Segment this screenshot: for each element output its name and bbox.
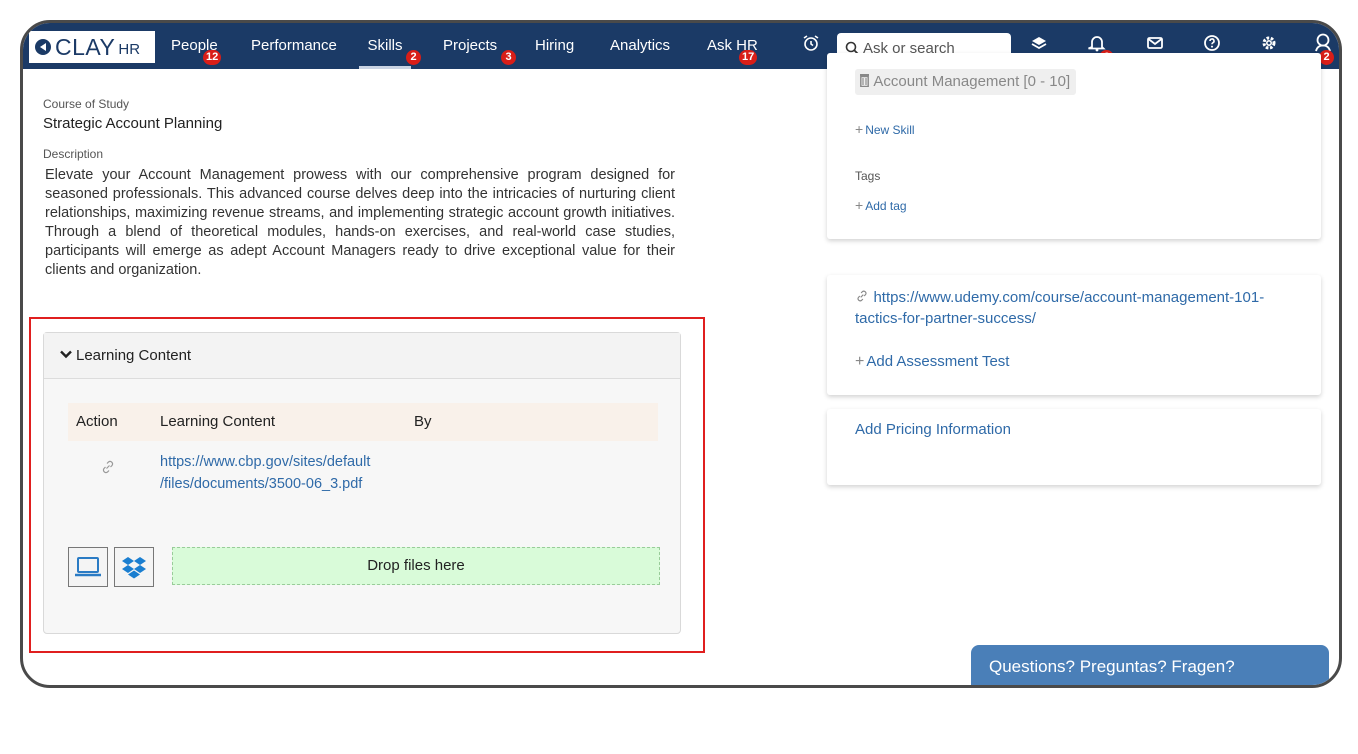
- profile-badge: 2: [1319, 50, 1334, 65]
- plus-icon: +: [855, 121, 864, 137]
- skill-chip[interactable]: Account Management [0 - 10]: [855, 69, 1077, 95]
- laptop-icon: [75, 557, 101, 577]
- learning-link-line1: https://www.cbp.gov/sites/default: [160, 454, 371, 470]
- nav-performance-label: Performance: [251, 37, 337, 54]
- projects-badge: 3: [501, 50, 516, 65]
- nav-performance[interactable]: Performance: [251, 23, 337, 69]
- nav-people[interactable]: People 12: [171, 23, 222, 69]
- app-window: CLAY HR People 12 Performance Skills 2 P…: [20, 20, 1342, 688]
- nav-hiring[interactable]: Hiring: [535, 23, 574, 69]
- questions-help-tab[interactable]: Questions? Preguntas? Fragen?: [971, 645, 1329, 685]
- alarm-clock-icon[interactable]: [799, 23, 823, 69]
- new-skill-link[interactable]: + New Skill: [855, 121, 915, 139]
- add-assessment-label: Add Assessment Test: [866, 353, 1010, 370]
- people-badge: 12: [203, 50, 222, 65]
- skills-badge: 2: [406, 50, 421, 65]
- logo-suffix: HR: [118, 40, 141, 58]
- new-skill-label: New Skill: [865, 123, 915, 137]
- external-link-card: https://www.udemy.com/course/account-man…: [827, 275, 1321, 395]
- course-of-study-label: Course of Study: [43, 97, 130, 111]
- column-learning-content: Learning Content: [160, 413, 276, 430]
- nav-ask-hr[interactable]: Ask HR 17: [707, 23, 758, 69]
- nav-skills-label: Skills: [367, 37, 403, 54]
- add-assessment-link[interactable]: + Add Assessment Test: [855, 353, 1009, 371]
- nav-skills[interactable]: Skills 2: [359, 23, 421, 69]
- dropbox-icon: [122, 557, 146, 579]
- learning-content-panel: Learning Content Action Learning Content…: [43, 332, 681, 634]
- nav-analytics[interactable]: Analytics: [610, 23, 670, 69]
- skills-tags-card: Account Management [0 - 10] + New Skill T…: [827, 53, 1321, 239]
- learning-table-header: Action Learning Content By: [68, 403, 658, 441]
- nav-hiring-label: Hiring: [535, 37, 575, 54]
- upload-from-computer-button[interactable]: [68, 547, 108, 587]
- logo-text: CLAY: [55, 33, 116, 60]
- learning-content-link[interactable]: https://www.cbp.gov/sites/default /files…: [160, 451, 400, 495]
- link-icon[interactable]: [100, 459, 116, 480]
- column-by: By: [414, 413, 432, 430]
- chevron-down-icon: [60, 348, 72, 362]
- description-label: Description: [43, 147, 104, 161]
- link-icon: [857, 290, 867, 302]
- logo-mark-icon: [35, 39, 51, 55]
- course-url-link[interactable]: https://www.udemy.com/course/account-man…: [855, 287, 1305, 329]
- plus-icon: +: [855, 197, 864, 213]
- upload-from-dropbox-button[interactable]: [114, 547, 154, 587]
- pricing-card: Add Pricing Information: [827, 409, 1321, 485]
- course-url-line1: https://www.udemy.com/course/account-man…: [873, 289, 1265, 306]
- course-of-study-value: Strategic Account Planning: [43, 115, 223, 132]
- learning-content-title: Learning Content: [76, 347, 192, 364]
- nav-projects-label: Projects: [443, 37, 498, 54]
- plus-icon: +: [855, 353, 865, 370]
- course-url-line2: tactics-for-partner-success/: [855, 310, 1036, 327]
- description-text: Elevate your Account Management prowess …: [45, 167, 675, 278]
- nav-projects[interactable]: Projects 3: [443, 23, 516, 69]
- add-pricing-link[interactable]: Add Pricing Information: [855, 421, 1011, 438]
- ask-hr-badge: 17: [739, 50, 758, 65]
- learning-content-toggle[interactable]: Learning Content: [44, 333, 680, 379]
- file-dropzone[interactable]: Drop files here: [172, 547, 660, 585]
- clayhr-logo[interactable]: CLAY HR: [29, 31, 155, 63]
- column-action: Action: [76, 413, 118, 430]
- nav-analytics-label: Analytics: [610, 37, 671, 54]
- trash-icon[interactable]: [859, 73, 870, 88]
- skill-chip-label: Account Management [0 - 10]: [873, 73, 1071, 90]
- tags-label: Tags: [855, 169, 881, 183]
- add-tag-link[interactable]: + Add tag: [855, 197, 907, 215]
- learning-link-line2: /files/documents/3500-06_3.pdf: [160, 476, 363, 492]
- add-tag-label: Add tag: [865, 199, 907, 213]
